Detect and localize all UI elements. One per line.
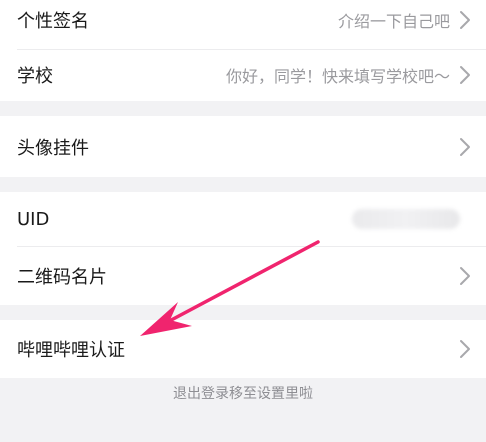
certification-group: 哔哩哔哩认证 xyxy=(0,320,486,378)
avatar-pendant-group: 头像挂件 xyxy=(0,116,486,177)
chevron-right-icon xyxy=(460,266,470,285)
avatar-pendant-row[interactable]: 头像挂件 xyxy=(0,116,486,177)
uid-value-blurred xyxy=(352,209,460,229)
signature-value: 介绍一下自己吧 xyxy=(337,11,450,31)
school-label: 学校 xyxy=(17,66,53,87)
signature-label: 个性签名 xyxy=(17,10,89,32)
signature-row[interactable]: 个性签名 介绍一下自己吧 xyxy=(0,0,486,49)
certification-label: 哔哩哔哩认证 xyxy=(17,340,125,361)
qr-card-row[interactable]: 二维码名片 xyxy=(0,246,486,305)
school-value: 你好，同学！快来填写学校吧～ xyxy=(225,67,450,86)
logout-moved-hint: 退出登录移至设置里啦 xyxy=(173,386,313,402)
uid-label: UID xyxy=(17,208,50,230)
certification-row[interactable]: 哔哩哔哩认证 xyxy=(0,320,486,378)
qr-card-label: 二维码名片 xyxy=(17,266,107,288)
profile-info-group: 个性签名 介绍一下自己吧 学校 你好，同学！快来填写学校吧～ xyxy=(0,0,486,101)
uid-row[interactable]: UID xyxy=(0,192,486,246)
avatar-pendant-label: 头像挂件 xyxy=(17,137,89,159)
chevron-right-icon xyxy=(460,66,470,84)
profile-edit-page: 个性签名 介绍一下自己吧 学校 你好，同学！快来填写学校吧～ 头像挂件 UID … xyxy=(0,0,486,432)
chevron-right-icon xyxy=(460,10,470,29)
school-row[interactable]: 学校 你好，同学！快来填写学校吧～ xyxy=(0,49,486,101)
chevron-right-icon xyxy=(460,137,470,156)
account-group: UID 二维码名片 xyxy=(0,192,486,305)
chevron-right-icon xyxy=(460,340,470,358)
